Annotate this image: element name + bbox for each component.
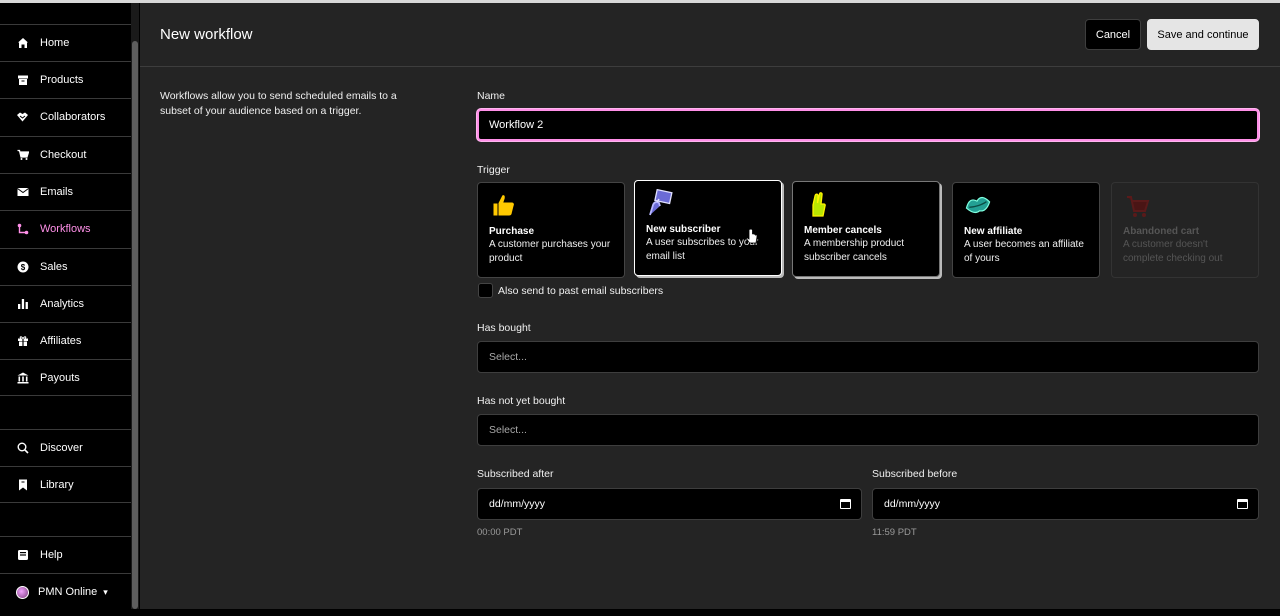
subscribed-after-date-input[interactable]: dd/mm/yyyy <box>477 488 862 520</box>
subscribed-before-hint: 11:59 PDT <box>872 527 917 538</box>
trigger-label: Trigger <box>477 164 510 176</box>
has-not-bought-label: Has not yet bought <box>477 395 566 407</box>
scrollbar-thumb[interactable] <box>132 41 138 609</box>
sidebar-item-products[interactable]: Products <box>0 61 131 98</box>
envelope-icon <box>16 186 29 199</box>
subscribed-after-label: Subscribed after <box>477 468 554 480</box>
trigger-desc: A membership product subscriber cancels <box>804 238 905 263</box>
gift-icon <box>16 335 29 348</box>
sidebar-item-affiliates[interactable]: Affiliates <box>0 322 131 359</box>
archive-icon <box>16 74 29 87</box>
trigger-title: Purchase <box>489 226 535 237</box>
bar-chart-icon <box>16 298 29 311</box>
workflow-icon <box>16 223 29 236</box>
subscribed-before-value: dd/mm/yyyy <box>884 498 941 510</box>
sidebar-item-analytics[interactable]: Analytics <box>0 285 131 322</box>
page-header: New workflow Cancel Save and continue <box>140 3 1280 67</box>
search-icon <box>16 442 29 455</box>
has-bought-label: Has bought <box>477 322 531 334</box>
subscribed-after-hint: 00:00 PDT <box>477 527 523 538</box>
sidebar-item-collaborators[interactable]: Collaborators <box>0 98 131 135</box>
sidebar-item-label: Emails <box>40 186 74 198</box>
sidebar-item-library[interactable]: Library <box>0 466 131 503</box>
subscribed-after-value: dd/mm/yyyy <box>489 498 546 510</box>
trigger-title: Abandoned cart <box>1123 226 1200 237</box>
workflow-description: Workflows allow you to send scheduled em… <box>160 90 397 117</box>
sidebar-item-label: Help <box>40 549 63 561</box>
sidebar-item-payouts[interactable]: Payouts <box>0 359 131 396</box>
past-subscribers-label: Also send to past email subscribers <box>498 285 664 297</box>
sidebar-item-label: Discover <box>40 442 83 454</box>
past-subscribers-checkbox[interactable] <box>478 283 493 298</box>
lips-icon <box>964 191 992 219</box>
thumbs-up-icon <box>489 191 517 219</box>
svg-text:$: $ <box>20 263 25 272</box>
handshake-icon <box>16 111 29 124</box>
account-menu[interactable]: PMN Online ▾ <box>0 573 131 610</box>
bank-icon <box>16 371 29 384</box>
sidebar-item-home[interactable]: Home <box>0 24 131 61</box>
sidebar-item-label: Checkout <box>40 149 87 161</box>
sidebar-item-emails[interactable]: Emails <box>0 173 131 210</box>
bookmark-icon <box>16 478 29 491</box>
chevron-down-icon: ▾ <box>103 586 108 597</box>
home-icon <box>16 37 29 50</box>
cart-icon <box>16 149 29 162</box>
mouse-cursor-icon <box>745 228 758 250</box>
name-label: Name <box>477 90 506 102</box>
help-icon <box>16 549 29 562</box>
sidebar-item-help[interactable]: Help <box>0 536 131 573</box>
sidebar-item-label: Collaborators <box>40 111 106 123</box>
sidebar-item-sales[interactable]: $ Sales <box>0 248 131 285</box>
trigger-desc: A customer doesn't complete checking out <box>1123 239 1223 264</box>
trigger-card-member-cancels[interactable]: Member cancels A membership product subs… <box>792 181 940 277</box>
sidebar: Home Products Collaborators Checkout Ema… <box>0 3 131 616</box>
trigger-card-purchase[interactable]: Purchase A customer purchases your produ… <box>477 182 625 278</box>
has-not-bought-select[interactable]: Select... <box>477 414 1259 446</box>
has-bought-select[interactable]: Select... <box>477 341 1259 373</box>
sidebar-item-discover[interactable]: Discover <box>0 429 131 466</box>
save-and-continue-button[interactable]: Save and continue <box>1147 19 1259 50</box>
has-not-bought-placeholder: Select... <box>489 424 527 436</box>
cart-red-icon <box>1123 191 1151 219</box>
trigger-desc: A customer purchases your product <box>489 239 611 264</box>
has-bought-placeholder: Select... <box>489 351 527 363</box>
sidebar-item-label: Sales <box>40 261 68 273</box>
subscribed-before-label: Subscribed before <box>872 468 958 480</box>
main-content: New workflow Cancel Save and continue Wo… <box>140 3 1280 609</box>
sidebar-item-workflows[interactable]: Workflows <box>0 210 131 247</box>
sidebar-item-checkout[interactable]: Checkout <box>0 136 131 173</box>
dollar-icon: $ <box>16 261 29 274</box>
sign-icon <box>646 188 674 217</box>
trigger-card-abandoned-cart: Abandoned cart A customer doesn't comple… <box>1111 182 1259 278</box>
calendar-icon[interactable] <box>1237 499 1248 509</box>
subscribed-before-date-input[interactable]: dd/mm/yyyy <box>872 488 1259 520</box>
sidebar-item-label: Affiliates <box>40 335 82 347</box>
sidebar-item-label: Workflows <box>40 223 91 235</box>
trigger-card-new-affiliate[interactable]: New affiliate A user becomes an affiliat… <box>952 182 1100 278</box>
sidebar-item-label: Analytics <box>40 298 85 310</box>
trigger-title: Member cancels <box>804 225 882 236</box>
crossed-fingers-icon <box>804 190 832 218</box>
sidebar-item-label: Home <box>40 37 70 49</box>
name-input[interactable]: Workflow 2 <box>477 109 1259 141</box>
sidebar-item-label: Library <box>40 478 74 491</box>
sidebar-item-label: Products <box>40 74 84 86</box>
trigger-desc: A user becomes an affiliate of yours <box>964 239 1084 264</box>
trigger-title: New affiliate <box>964 226 1023 237</box>
account-name: PMN Online <box>38 586 98 598</box>
calendar-icon[interactable] <box>840 499 851 509</box>
name-input-value: Workflow 2 <box>489 119 544 131</box>
avatar-icon <box>16 585 29 599</box>
trigger-card-new-subscriber[interactable]: New subscriber A user subscribes to your… <box>634 180 782 276</box>
cancel-button[interactable]: Cancel <box>1085 19 1141 50</box>
sidebar-item-label: Payouts <box>40 371 80 384</box>
page-title: New workflow <box>160 26 253 43</box>
sidebar-scrollbar[interactable] <box>131 3 139 609</box>
